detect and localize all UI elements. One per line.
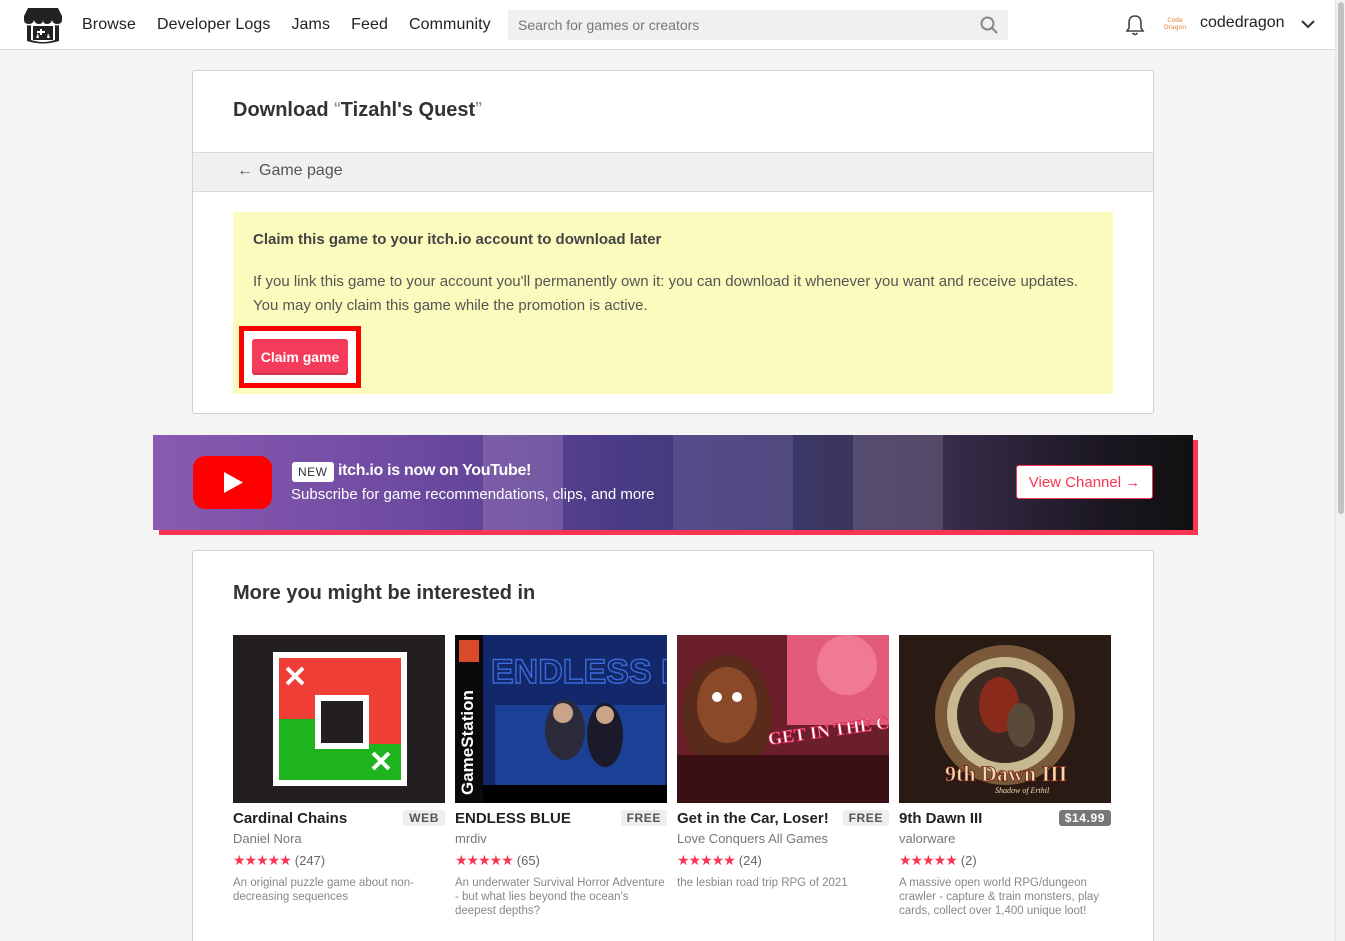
game-author[interactable]: mrdiv [455,831,667,846]
close-quote: ” [475,99,482,121]
game-title[interactable]: Get in the Car, Loser! [677,810,829,827]
game-thumbnail[interactable]: GET IN THE CAR, LOSER! [677,635,889,803]
game-rating: ★★★★★ (247) [233,852,445,869]
scrollbar-thumb[interactable] [1338,2,1344,514]
ninth-dawn-subtext: Shadow of Erthil [995,786,1050,795]
youtube-title: itch.io is now on YouTube! [338,462,532,479]
game-thumbnail[interactable]: 9th Dawn III Shadow of Erthil [899,635,1111,803]
page-title: Download “Tizahl's Quest” [233,99,482,122]
game-cell: Cardinal Chains WEB Daniel Nora ★★★★★ (2… [233,635,445,904]
price-tag: FREE [842,810,889,826]
nav-jams[interactable]: Jams [291,16,330,34]
star-rating-icon: ★★★★★ [677,852,736,868]
game-title-row: ENDLESS BLUE FREE [455,808,667,828]
title-prefix: Download [233,99,329,121]
recommendations-card: More you might be interested in Cardinal… [192,550,1154,941]
game-title-row: Cardinal Chains WEB [233,808,445,828]
game-rating: ★★★★★ (65) [455,852,667,869]
nav-feed[interactable]: Feed [351,16,388,34]
game-title[interactable]: ENDLESS BLUE [455,810,571,827]
search-input[interactable] [508,10,968,40]
claim-text: If you link this game to your account yo… [253,273,1078,314]
search-bar [508,10,1008,40]
game-rating: ★★★★★ (24) [677,852,889,869]
youtube-banner[interactable]: NEW itch.io is now on YouTube! Subscribe… [153,435,1193,530]
username[interactable]: codedragon [1200,14,1285,32]
banner-blur [673,435,793,530]
game-title-row: Get in the Car, Loser! FREE [677,808,889,828]
rating-count: (247) [294,853,326,868]
claim-game-button[interactable]: Claim game [252,339,348,375]
star-rating-icon: ★★★★★ [899,852,958,868]
open-quote: “ [334,99,341,121]
endless-blue-text: ENDLESS BLUE [491,653,667,691]
rating-count: (2) [960,853,977,868]
game-author[interactable]: valorware [899,831,1111,846]
view-channel-button[interactable]: View Channel → [1016,465,1153,499]
banner-blur [853,435,943,530]
nav-browse[interactable]: Browse [82,16,136,34]
top-navbar: Browse Developer Logs Jams Feed Communit… [0,0,1335,50]
game-rating: ★★★★★ (2) [899,852,1111,869]
star-rating-icon: ★★★★★ [455,852,514,868]
game-cell: 9th Dawn III Shadow of Erthil 9th Dawn I… [899,635,1111,918]
youtube-subtitle: Subscribe for game recommendations, clip… [291,486,655,503]
game-cell: GET IN THE CAR, LOSER! Get in the Car, L… [677,635,889,890]
download-card: Download “Tizahl's Quest” ← Game page Cl… [192,70,1154,414]
game-thumbnail[interactable] [233,635,445,803]
youtube-logo-icon [193,456,272,509]
nav-community[interactable]: Community [409,16,491,34]
game-page-link[interactable]: ← Game page [237,162,343,180]
endless-blue-art: GameStation ENDLESS BLUE [455,635,667,803]
avatar[interactable]: Code Dragon [1161,12,1189,38]
game-title[interactable]: Cardinal Chains [233,810,347,827]
car-loser-art: GET IN THE CAR, LOSER! [677,635,889,803]
game-description: the lesbian road trip RPG of 2021 [677,877,848,889]
scrollbar[interactable] [1335,0,1345,941]
arrow-left-icon: ← [237,162,253,179]
game-thumbnail[interactable]: GameStation ENDLESS BLUE [455,635,667,803]
new-badge: NEW [292,462,334,482]
game-cell: GameStation ENDLESS BLUE ENDLESS BLUE FR… [455,635,667,918]
ninth-dawn-text: 9th Dawn III [945,761,1067,786]
highlight-outline-inner: Claim game [244,331,356,383]
game-author[interactable]: Love Conquers All Games [677,831,889,846]
price-tag: FREE [620,810,667,826]
ninth-dawn-art: 9th Dawn III Shadow of Erthil [899,635,1111,803]
game-author[interactable]: Daniel Nora [233,831,445,846]
claim-heading: Claim this game to your itch.io account … [253,231,662,248]
back-bar: ← Game page [193,152,1153,192]
game-title[interactable]: 9th Dawn III [899,810,982,827]
nav-developer-logs[interactable]: Developer Logs [157,16,270,34]
gamestation-text: GameStation [458,690,477,795]
platform-tag: WEB [403,810,445,826]
rating-count: (65) [516,853,540,868]
cardinal-chains-art [273,652,407,786]
game-description: A massive open world RPG/dungeon crawler… [899,877,1100,917]
rating-count: (24) [738,853,762,868]
game-description: An original puzzle game about non-decrea… [233,877,414,903]
game-title-row: 9th Dawn III $14.99 [899,808,1111,828]
chevron-down-icon[interactable] [1300,18,1316,30]
banner-blur [483,435,563,530]
itchio-logo-icon[interactable] [23,6,63,44]
bell-icon[interactable] [1124,13,1146,37]
recommendations-title: More you might be interested in [233,582,536,604]
game-name: Tizahl's Quest [340,99,476,121]
star-rating-icon: ★★★★★ [233,852,292,868]
game-page-label: Game page [259,162,343,179]
game-description: An underwater Survival Horror Adventure … [455,877,665,917]
price-tag: $14.99 [1058,810,1111,826]
highlight-outline: Claim game [239,326,361,388]
main-nav: Browse Developer Logs Jams Feed Communit… [82,0,512,50]
search-icon[interactable] [980,16,998,34]
claim-box: Claim this game to your itch.io account … [233,212,1113,394]
